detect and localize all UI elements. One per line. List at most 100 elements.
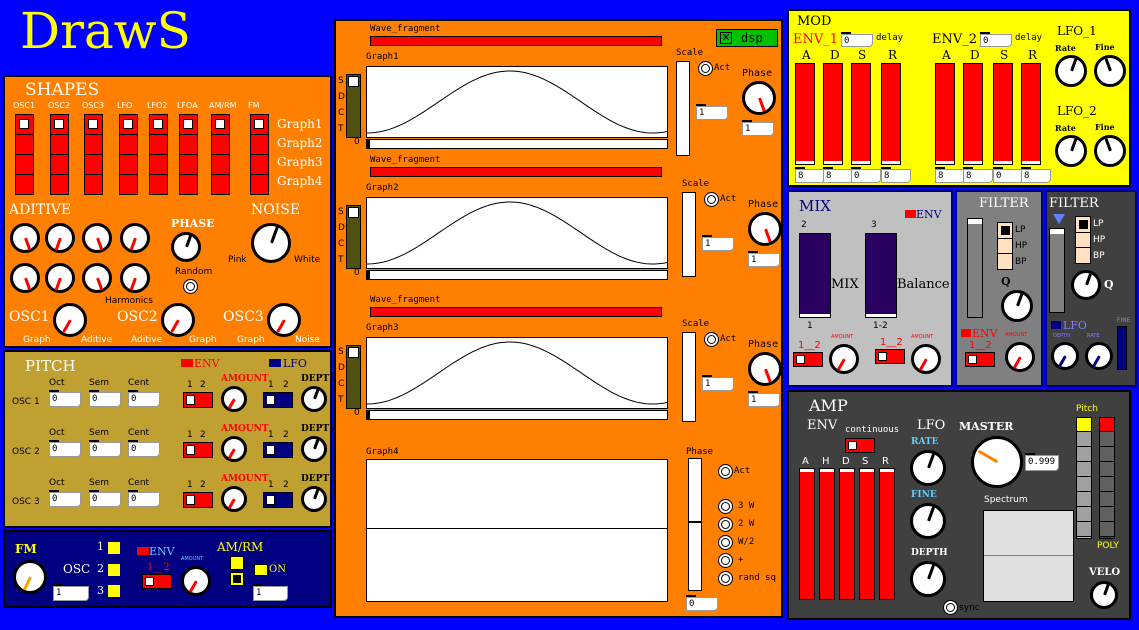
phase-knob[interactable] (171, 232, 201, 262)
graph4-opt-button-3[interactable] (718, 553, 733, 568)
amp-H-slider[interactable] (819, 468, 835, 600)
pitch-row-1-cent-box[interactable]: 0 (128, 440, 160, 457)
pitch-row-1-amount-knob[interactable] (221, 436, 247, 462)
shape-cell-0-2[interactable] (16, 155, 33, 175)
osc3-mix-knob[interactable] (267, 303, 301, 337)
shape-cell-4-0[interactable] (150, 115, 167, 135)
fm-amount-knob[interactable] (181, 566, 211, 596)
pitch-row-1-sem-box[interactable]: 0 (89, 440, 121, 457)
amp-A-slider[interactable] (799, 468, 815, 600)
amp-rate-knob[interactable] (910, 450, 946, 486)
aditive-knob-7[interactable] (120, 263, 150, 293)
wave-frag-bar-1[interactable] (370, 167, 662, 177)
mix-env-selector-1[interactable] (793, 352, 823, 367)
filter1-type-selector[interactable] (997, 222, 1013, 270)
shape-cell-5-0[interactable] (180, 115, 197, 135)
wave-phase-box-1[interactable]: 1 (748, 251, 780, 267)
sync-button[interactable] (943, 600, 958, 615)
amrm-value-box[interactable]: 1 (253, 584, 288, 601)
balance-slider[interactable] (865, 233, 897, 318)
pitch-row-0-oct-box[interactable]: 0 (49, 390, 81, 407)
shape-cell-2-2[interactable] (85, 155, 102, 175)
wave-phase-box-0[interactable]: 1 (742, 120, 774, 136)
mod-env1-R-slider[interactable] (881, 63, 901, 165)
wave-phase-knob-2[interactable] (748, 352, 782, 386)
filter2-q-knob[interactable] (1071, 270, 1101, 300)
mod-env2-delay-box[interactable]: 0 (980, 32, 1012, 47)
fm-value-box[interactable]: 1 (53, 584, 89, 601)
shape-cell-7-0[interactable] (251, 115, 268, 135)
amp-D-slider[interactable] (839, 468, 855, 600)
shape-cell-1-2[interactable] (51, 155, 68, 175)
mix-slider[interactable] (799, 233, 831, 318)
osc1-mix-knob[interactable] (53, 303, 87, 337)
wave-scale-slider-0[interactable] (676, 61, 690, 156)
graph4-value-box[interactable]: 0 (686, 595, 718, 611)
mod-env1-R-box[interactable]: 8 (881, 167, 911, 183)
amrm-toggle-top[interactable] (230, 556, 244, 570)
master-value[interactable]: 0.999 (1025, 453, 1059, 471)
graph4-opt-button-1[interactable] (718, 517, 733, 532)
wave-scale-slider-1[interactable] (682, 192, 696, 277)
mod-env2-D-slider[interactable] (963, 63, 983, 165)
filter2-type-selector[interactable] (1075, 216, 1091, 264)
shape-cell-5-2[interactable] (180, 155, 197, 175)
mod-env2-R-slider[interactable] (1021, 63, 1041, 165)
wave-sdct-2[interactable] (346, 345, 361, 409)
wave-sdct-1[interactable] (346, 205, 361, 269)
aditive-knob-6[interactable] (82, 263, 112, 293)
master-knob[interactable] (971, 436, 1023, 488)
shape-cell-0-1[interactable] (16, 135, 33, 155)
pitch-row-0-sem-box[interactable]: 0 (89, 390, 121, 407)
graph4-display[interactable] (366, 459, 668, 602)
wave-sdct-0[interactable] (346, 74, 361, 138)
shape-cell-1-3[interactable] (51, 175, 68, 195)
mod-env2-D-box[interactable]: 8 (963, 167, 993, 183)
shape-cell-4-2[interactable] (150, 155, 167, 175)
wave-act-button-1[interactable] (704, 192, 719, 207)
pitch-row-2-sem-box[interactable]: 0 (89, 490, 121, 507)
pitch-row-1-lfo-selector[interactable] (263, 442, 293, 458)
shape-cell-3-1[interactable] (120, 135, 137, 155)
wave-act-button-0[interactable] (698, 61, 713, 76)
shape-cell-5-1[interactable] (180, 135, 197, 155)
graph1-display[interactable] (366, 66, 668, 138)
filter2-fine-slider[interactable] (1117, 326, 1127, 370)
wave-frag-bar-0[interactable] (370, 36, 662, 46)
mod-env1-S-box[interactable]: 0 (851, 167, 881, 183)
pitch-row-0-env-selector[interactable] (183, 392, 213, 408)
aditive-knob-1[interactable] (45, 223, 75, 253)
aditive-knob-4[interactable] (10, 263, 40, 293)
mod-env2-S-slider[interactable] (993, 63, 1013, 165)
osc2-mix-knob[interactable] (161, 303, 195, 337)
shape-cell-7-2[interactable] (251, 155, 268, 175)
graph4-opt-button-2[interactable] (718, 535, 733, 550)
random-button[interactable] (183, 279, 198, 294)
amp-fine-knob[interactable] (910, 503, 946, 539)
fm-osc1-toggle[interactable] (108, 542, 120, 554)
pitch-row-1-oct-box[interactable]: 0 (49, 440, 81, 457)
amp-S-slider[interactable] (859, 468, 875, 600)
filter1-cutoff-slider[interactable] (967, 218, 983, 318)
dsp-toggle[interactable]: ✕ dsp (716, 29, 778, 47)
filter2-cutoff-slider[interactable] (1049, 228, 1065, 313)
shape-cell-0-0[interactable] (16, 115, 33, 135)
lfo2-rate-knob[interactable] (1055, 135, 1087, 167)
amp-R-slider[interactable] (879, 468, 895, 600)
shape-cell-3-0[interactable] (120, 115, 137, 135)
shape-cell-1-0[interactable] (51, 115, 68, 135)
filter2-depth-knob[interactable] (1051, 342, 1079, 370)
pitch-row-2-env-selector[interactable] (183, 492, 213, 508)
noise-knob[interactable] (251, 223, 291, 263)
lfo2-fine-knob[interactable] (1094, 135, 1126, 167)
lfo1-fine-knob[interactable] (1094, 55, 1126, 87)
mod-env2-S-box[interactable]: 0 (993, 167, 1023, 183)
mix-amount-knob-2[interactable] (911, 344, 941, 374)
fm-env-selector[interactable] (142, 574, 172, 589)
mod-env2-A-box[interactable]: 8 (935, 167, 965, 183)
mod-env2-R-box[interactable]: 8 (1021, 167, 1051, 183)
mix-amount-knob-1[interactable] (829, 344, 859, 374)
graph3-display[interactable] (366, 337, 668, 409)
wave-scale-slider-2[interactable] (682, 332, 696, 422)
pitch-row-2-depth-knob[interactable] (301, 486, 327, 512)
